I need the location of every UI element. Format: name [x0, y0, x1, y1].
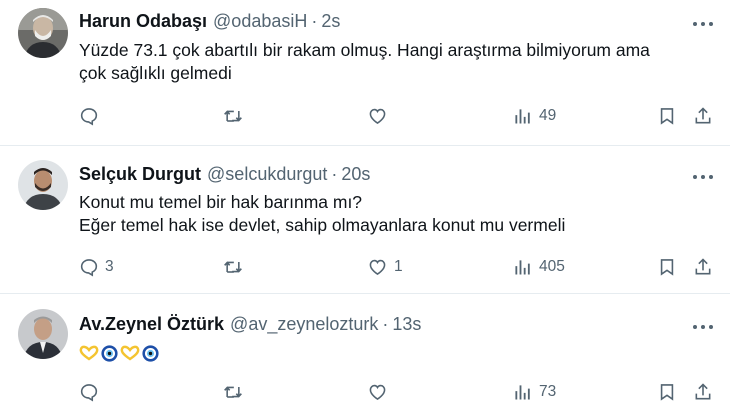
emoji-row — [79, 341, 710, 365]
timestamp[interactable]: 13s — [392, 314, 421, 335]
bookmark-button[interactable] — [657, 253, 677, 281]
nazar-amulet-icon — [142, 344, 159, 362]
views-button[interactable]: 73 — [513, 378, 556, 406]
share-icon — [695, 258, 711, 275]
share-button[interactable] — [693, 253, 713, 281]
share-icon — [695, 107, 711, 124]
action-bar: 3 1 405 — [0, 253, 730, 281]
retweet-button[interactable] — [222, 253, 250, 281]
retweet-icon — [224, 386, 242, 398]
separator: · — [382, 314, 389, 334]
timestamp[interactable]: 2s — [321, 11, 340, 32]
author-handle[interactable]: @selcukdurgut — [207, 164, 327, 185]
bookmark-icon — [660, 108, 674, 125]
views-icon — [515, 260, 530, 275]
heart-icon — [369, 384, 386, 401]
avatar[interactable] — [18, 160, 68, 210]
tweet[interactable]: Harun Odabaşı @odabasiH · 2s Yüzde 73.1 … — [0, 0, 730, 146]
heart-icon — [369, 108, 386, 125]
tweet-text-line: Eğer temel hak ise devlet, sahip olmayan… — [79, 215, 566, 235]
bookmark-button[interactable] — [657, 102, 677, 130]
tweet-text: Yüzde 73.1 çok abartılı bir rakam olmuş.… — [79, 39, 710, 85]
reply-icon — [80, 384, 98, 402]
tweet-header: Selçuk Durgut @selcukdurgut · 20s — [79, 164, 370, 185]
more-icon[interactable] — [690, 317, 716, 337]
tweet-text-line: çok sağlıklı gelmedi — [79, 63, 232, 83]
views-button[interactable]: 49 — [513, 102, 556, 130]
share-icon — [695, 383, 711, 400]
retweet-button[interactable] — [222, 102, 250, 130]
action-bar: 49 — [0, 102, 730, 130]
like-count: 1 — [394, 258, 403, 275]
retweet-icon — [224, 110, 242, 122]
tweet-text: Konut mu temel bir hak barınma mı? Eğer … — [79, 191, 710, 237]
share-button[interactable] — [693, 378, 713, 406]
like-button[interactable]: 1 — [367, 253, 403, 281]
reply-button[interactable] — [79, 378, 105, 406]
bookmark-icon — [660, 384, 674, 401]
retweet-icon — [224, 261, 242, 273]
more-icon[interactable] — [690, 167, 716, 187]
author-name[interactable]: Harun Odabaşı — [79, 11, 207, 32]
view-count: 405 — [539, 258, 565, 275]
reply-count: 3 — [105, 258, 114, 275]
views-button[interactable]: 405 — [513, 253, 565, 281]
heart-hands-icon — [79, 345, 99, 361]
tweet[interactable]: Av.Zeynel Öztürk @av_zeynelozturk · 13s — [0, 295, 730, 420]
timeline: Harun Odabaşı @odabasiH · 2s Yüzde 73.1 … — [0, 0, 730, 420]
nazar-amulet-icon — [101, 344, 118, 362]
like-button[interactable] — [367, 378, 394, 406]
heart-icon — [369, 259, 386, 276]
tweet-text-line: Yüzde 73.1 çok abartılı bir rakam olmuş.… — [79, 40, 650, 60]
share-button[interactable] — [693, 102, 713, 130]
reply-button[interactable] — [79, 102, 105, 130]
author-name[interactable]: Selçuk Durgut — [79, 164, 201, 185]
author-name[interactable]: Av.Zeynel Öztürk — [79, 314, 224, 335]
views-icon — [515, 385, 530, 400]
separator: · — [311, 11, 318, 31]
tweet[interactable]: Selçuk Durgut @selcukdurgut · 20s Konut … — [0, 147, 730, 294]
views-icon — [515, 109, 530, 124]
timestamp[interactable]: 20s — [341, 164, 370, 185]
author-handle[interactable]: @av_zeynelozturk — [230, 314, 378, 335]
tweet-text-line: Konut mu temel bir hak barınma mı? — [79, 192, 363, 212]
retweet-button[interactable] — [222, 378, 250, 406]
tweet-header: Harun Odabaşı @odabasiH · 2s — [79, 11, 340, 32]
action-bar: 73 — [0, 378, 730, 406]
reply-icon — [80, 108, 98, 126]
separator: · — [331, 164, 338, 184]
bookmark-button[interactable] — [657, 378, 677, 406]
avatar[interactable] — [18, 309, 68, 359]
view-count: 49 — [539, 107, 557, 124]
like-button[interactable] — [367, 102, 394, 130]
tweet-header: Av.Zeynel Öztürk @av_zeynelozturk · 13s — [79, 314, 421, 335]
tweet-text — [79, 341, 710, 365]
avatar[interactable] — [18, 8, 68, 58]
reply-icon — [80, 259, 98, 277]
view-count: 73 — [539, 383, 557, 400]
more-icon[interactable] — [690, 14, 716, 34]
bookmark-icon — [660, 259, 674, 276]
reply-button[interactable]: 3 — [79, 253, 114, 281]
author-handle[interactable]: @odabasiH — [213, 11, 307, 32]
heart-hands-icon — [120, 345, 140, 361]
